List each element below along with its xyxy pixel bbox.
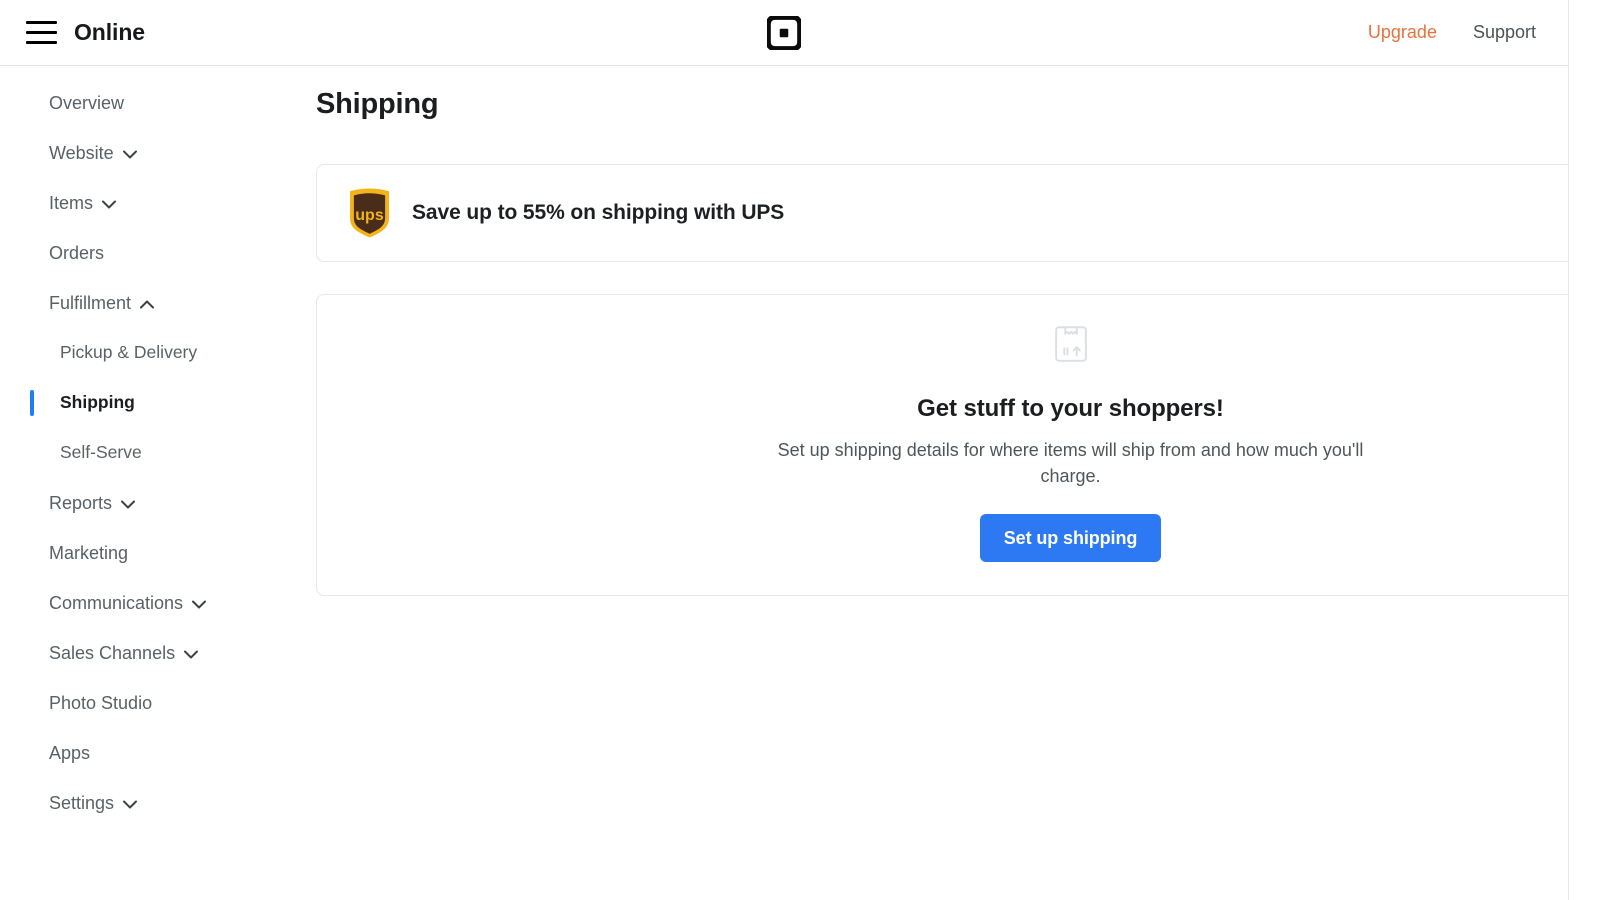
empty-state-inner: Get stuff to your shoppers! Set up shipp… bbox=[741, 321, 1401, 563]
chevron-down-icon bbox=[102, 200, 117, 209]
main-content: Shipping ups Save up to 55% on shipping … bbox=[306, 66, 1568, 900]
top-header: Online Upgrade Support bbox=[0, 0, 1568, 66]
ups-promo-card[interactable]: ups Save up to 55% on shipping with UPS bbox=[316, 164, 1568, 262]
sidebar-item-items[interactable]: Items bbox=[0, 186, 306, 220]
ups-promo-text: Save up to 55% on shipping with UPS bbox=[412, 201, 785, 224]
sidebar-item-label: Marketing bbox=[49, 543, 129, 563]
chevron-up-icon bbox=[140, 300, 155, 309]
sidebar-item-sales-channels[interactable]: Sales Channels bbox=[0, 636, 306, 670]
sidebar-item-apps[interactable]: Apps bbox=[0, 736, 306, 770]
ups-shield-icon: ups bbox=[350, 188, 389, 238]
svg-text:ups: ups bbox=[355, 207, 384, 224]
sidebar-item-overview[interactable]: Overview bbox=[0, 86, 306, 120]
header-center-group bbox=[0, 0, 1568, 65]
sidebar-item-label: Items bbox=[49, 193, 94, 213]
sidebar-item-reports[interactable]: Reports bbox=[0, 486, 306, 520]
sidebar-item-settings[interactable]: Settings bbox=[0, 786, 306, 820]
sidebar-item-marketing[interactable]: Marketing bbox=[0, 536, 306, 570]
sidebar-nav: Overview Website Items Orders Fulfillment Pic… bbox=[0, 66, 306, 900]
sidebar-item-communications[interactable]: Communications bbox=[0, 586, 306, 620]
empty-state-title: Get stuff to your shoppers! bbox=[917, 395, 1224, 422]
header-left-group: Online bbox=[0, 19, 145, 46]
sidebar-item-label: Sales Channels bbox=[49, 643, 176, 663]
sidebar-item-self-serve[interactable]: Self-Serve bbox=[0, 436, 306, 470]
header-right-group: Upgrade Support bbox=[1368, 22, 1568, 43]
hamburger-menu-icon[interactable] bbox=[26, 21, 57, 44]
sidebar-item-fulfillment[interactable]: Fulfillment bbox=[0, 286, 306, 320]
sidebar-item-label: Overview bbox=[49, 93, 125, 113]
chevron-down-icon bbox=[121, 500, 136, 509]
sidebar-item-label: Fulfillment bbox=[49, 293, 132, 313]
empty-state-description: Set up shipping details for where items … bbox=[777, 440, 1364, 487]
package-box-icon bbox=[1054, 326, 1087, 362]
sidebar-item-label: Orders bbox=[49, 243, 105, 263]
brand-title: Online bbox=[74, 19, 145, 45]
set-up-shipping-button[interactable]: Set up shipping bbox=[979, 514, 1162, 563]
sidebar-item-photo-studio[interactable]: Photo Studio bbox=[0, 686, 306, 720]
app-root: Online Upgrade Support Overview Website It… bbox=[0, 0, 1600, 900]
sidebar-item-shipping[interactable]: Shipping bbox=[0, 386, 306, 420]
shipping-empty-state-card: Get stuff to your shoppers! Set up shipp… bbox=[316, 294, 1568, 596]
sidebar-item-label: Settings bbox=[49, 793, 115, 813]
support-link[interactable]: Support bbox=[1473, 22, 1536, 43]
chevron-down-icon bbox=[122, 150, 137, 159]
chevron-down-icon bbox=[123, 800, 138, 809]
scrollbar-gutter[interactable] bbox=[1568, 0, 1600, 900]
chevron-down-icon bbox=[192, 600, 207, 609]
sidebar-item-pickup-delivery[interactable]: Pickup & Delivery bbox=[0, 336, 306, 370]
sidebar-item-website[interactable]: Website bbox=[0, 136, 306, 170]
square-logo-icon[interactable] bbox=[767, 15, 801, 50]
page-title: Shipping bbox=[316, 88, 439, 120]
upgrade-link[interactable]: Upgrade bbox=[1368, 22, 1437, 43]
sidebar-item-label: Photo Studio bbox=[49, 693, 153, 713]
sidebar-item-label: Shipping bbox=[60, 392, 135, 413]
sidebar-item-orders[interactable]: Orders bbox=[0, 236, 306, 270]
sidebar-item-label: Website bbox=[49, 143, 114, 163]
sidebar-item-label: Reports bbox=[49, 493, 113, 513]
sidebar-item-label: Pickup & Delivery bbox=[60, 342, 198, 363]
chevron-down-icon bbox=[184, 650, 199, 659]
sidebar-item-label: Self-Serve bbox=[60, 442, 142, 463]
body-row: Overview Website Items Orders Fulfillment Pic… bbox=[0, 66, 1568, 900]
sidebar-item-label: Apps bbox=[49, 743, 91, 763]
sidebar-item-label: Communications bbox=[49, 593, 184, 613]
